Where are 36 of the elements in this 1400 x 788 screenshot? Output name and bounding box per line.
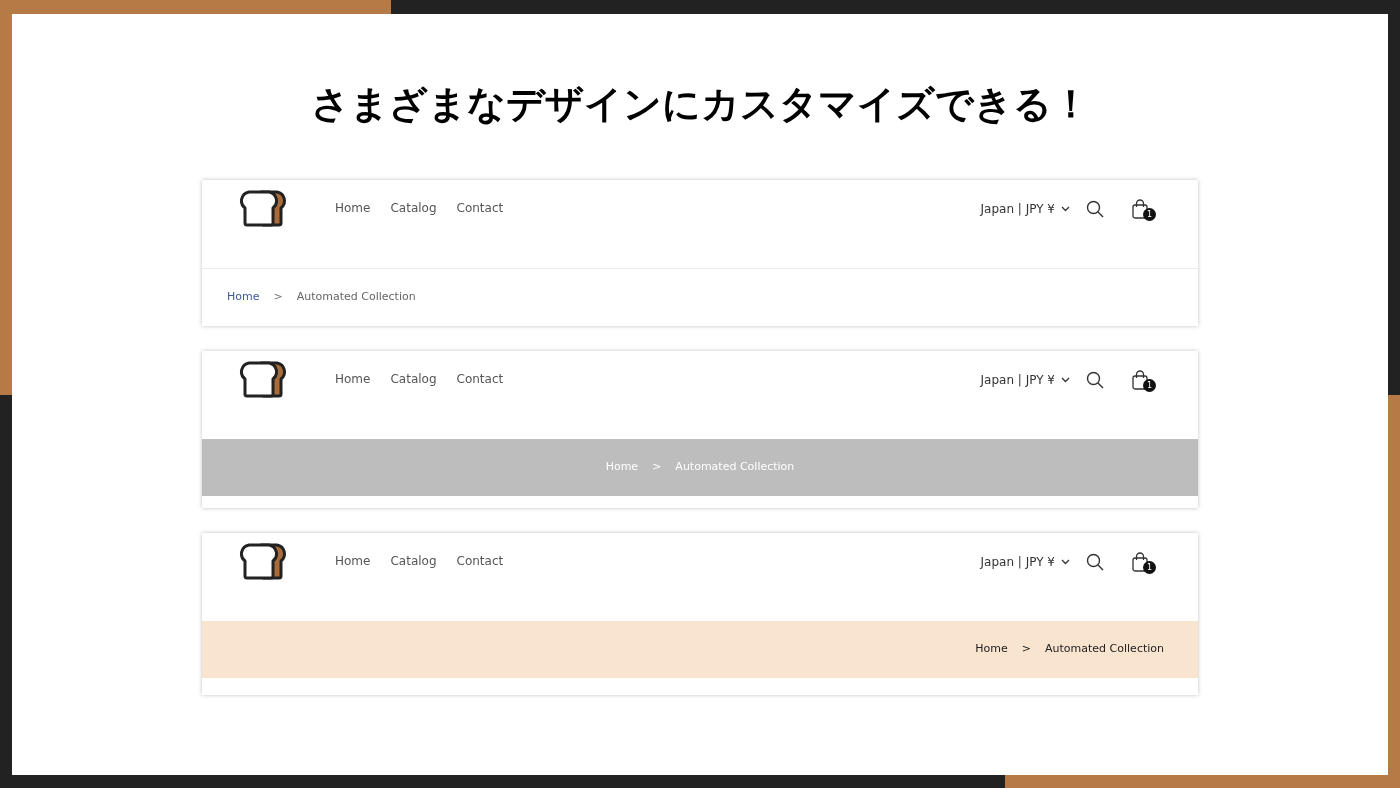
- breadcrumb-separator: >: [652, 459, 662, 476]
- cart-count-badge: 1: [1143, 561, 1156, 574]
- bread-logo-icon[interactable]: [239, 189, 289, 227]
- chevron-down-icon: [1061, 559, 1070, 565]
- chevron-down-icon: [1061, 377, 1070, 383]
- bread-logo-icon[interactable]: [239, 542, 289, 580]
- bread-logo-icon[interactable]: [239, 360, 289, 398]
- breadcrumb-current: Automated Collection: [1045, 641, 1164, 658]
- nav-link[interactable]: Contact: [456, 370, 504, 388]
- cart-count-badge: 1: [1143, 379, 1156, 392]
- cart-count-badge: 1: [1143, 208, 1156, 221]
- shopping-bag-icon[interactable]: [1132, 370, 1148, 390]
- search-icon[interactable]: [1086, 200, 1104, 218]
- nav-link[interactable]: Contact: [456, 199, 504, 217]
- breadcrumb-current: Automated Collection: [296, 289, 416, 306]
- locale-selector[interactable]: Japan | JPY ¥: [980, 200, 1070, 218]
- chevron-down-icon: [1061, 206, 1070, 212]
- nav-link[interactable]: Contact: [456, 552, 504, 570]
- nav-link[interactable]: Home: [335, 199, 371, 217]
- slide-title: さまざまなデザインにカスタマイズできる！: [310, 81, 1090, 128]
- search-icon[interactable]: [1086, 553, 1104, 571]
- nav-link[interactable]: Catalog: [390, 552, 437, 570]
- breadcrumb-home-link[interactable]: Home: [227, 289, 260, 306]
- breadcrumb-separator: >: [273, 289, 283, 306]
- breadcrumb-separator: >: [1021, 641, 1032, 658]
- shopping-bag-icon[interactable]: [1132, 552, 1148, 572]
- breadcrumb-home-link[interactable]: Home: [975, 641, 1008, 658]
- shopping-bag-icon[interactable]: [1132, 199, 1148, 219]
- nav-link[interactable]: Catalog: [390, 370, 437, 388]
- search-icon[interactable]: [1086, 371, 1104, 389]
- breadcrumb-current: Automated Collection: [675, 459, 795, 476]
- nav-link[interactable]: Catalog: [390, 199, 437, 217]
- nav-link[interactable]: Home: [335, 370, 371, 388]
- locale-selector[interactable]: Japan | JPY ¥: [980, 553, 1070, 571]
- locale-selector[interactable]: Japan | JPY ¥: [980, 371, 1070, 389]
- nav-link[interactable]: Home: [335, 552, 371, 570]
